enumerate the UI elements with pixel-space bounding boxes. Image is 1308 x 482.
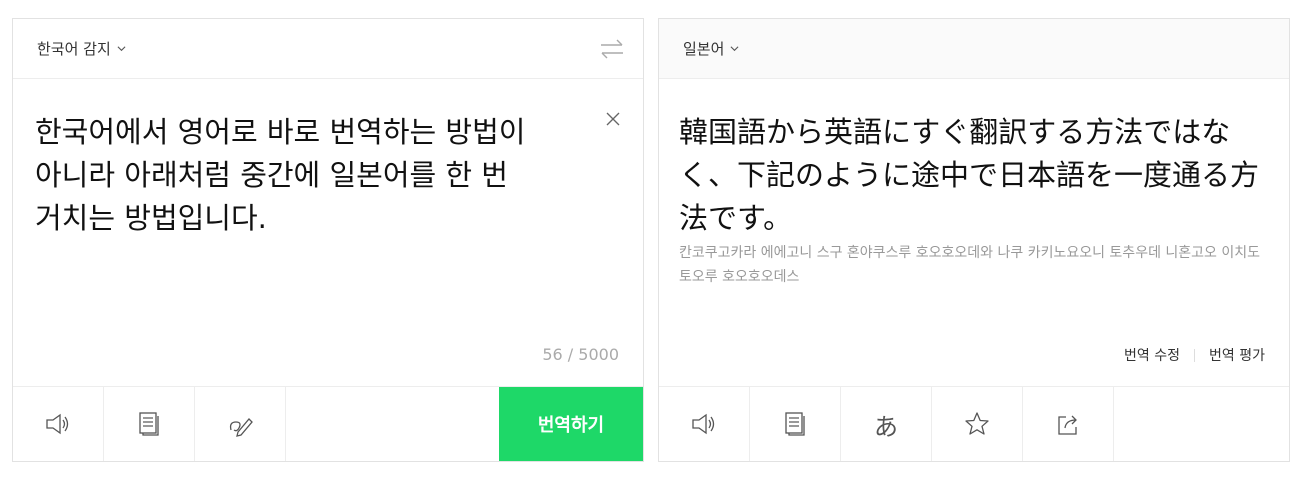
share-button[interactable] [1023, 387, 1114, 461]
target-panel: 일본어 韓国語から英語にすぐ翻訳する方法ではなく、下記のように途中で日本語を一度… [658, 18, 1290, 462]
translate-button[interactable]: 번역하기 [499, 387, 643, 461]
dictionary-icon [785, 412, 805, 436]
source-text-input[interactable]: 한국어에서 영어로 바로 번역하는 방법이 아니라 아래처럼 중간에 일본어를 … [35, 111, 585, 240]
close-icon[interactable] [605, 111, 621, 127]
source-language-label: 한국어 감지 [37, 40, 111, 58]
target-language-select[interactable]: 일본어 [683, 38, 739, 59]
target-toolbar: あ [659, 386, 1289, 461]
chevron-down-icon [730, 46, 739, 52]
source-language-select[interactable]: 한국어 감지 [37, 38, 126, 59]
chevron-down-icon [117, 46, 126, 52]
character-counter: 56 / 5000 [542, 345, 619, 364]
speaker-icon [692, 413, 715, 435]
divider [1194, 348, 1196, 362]
share-icon [1058, 415, 1077, 435]
translated-text: 韓国語から英語にすぐ翻訳する方法ではなく、下記のように途中で日本語を一度通る方法… [679, 115, 1260, 235]
swap-languages-icon[interactable] [599, 39, 625, 59]
favorite-button[interactable] [932, 387, 1023, 461]
hiragana-button[interactable]: あ [841, 387, 932, 461]
feedback-links: 번역 수정 번역 평가 [1124, 345, 1265, 365]
star-icon [965, 412, 989, 435]
target-dictionary-button[interactable] [750, 387, 841, 461]
source-header: 한국어 감지 [13, 19, 643, 79]
source-panel: 한국어 감지 한국어에서 영어로 바로 번역하는 방법이 아니라 아래처럼 중간… [12, 18, 644, 462]
dictionary-icon [139, 412, 159, 436]
source-dictionary-button[interactable] [104, 387, 195, 461]
source-listen-button[interactable] [13, 387, 104, 461]
hiragana-icon: あ [874, 412, 898, 441]
pronunciation-text: 칸코쿠고카라 에에고니 스구 혼야쿠스루 호오호오데와 나쿠 카키노요오니 토추… [679, 245, 1261, 285]
edit-translation-link[interactable]: 번역 수정 [1124, 345, 1180, 365]
target-listen-button[interactable] [659, 387, 750, 461]
speaker-icon [46, 413, 69, 435]
target-language-label: 일본어 [683, 40, 725, 58]
handwriting-button[interactable] [195, 387, 286, 461]
rate-translation-link[interactable]: 번역 평가 [1209, 345, 1265, 365]
target-header: 일본어 [659, 19, 1289, 79]
handwriting-icon [229, 418, 253, 437]
